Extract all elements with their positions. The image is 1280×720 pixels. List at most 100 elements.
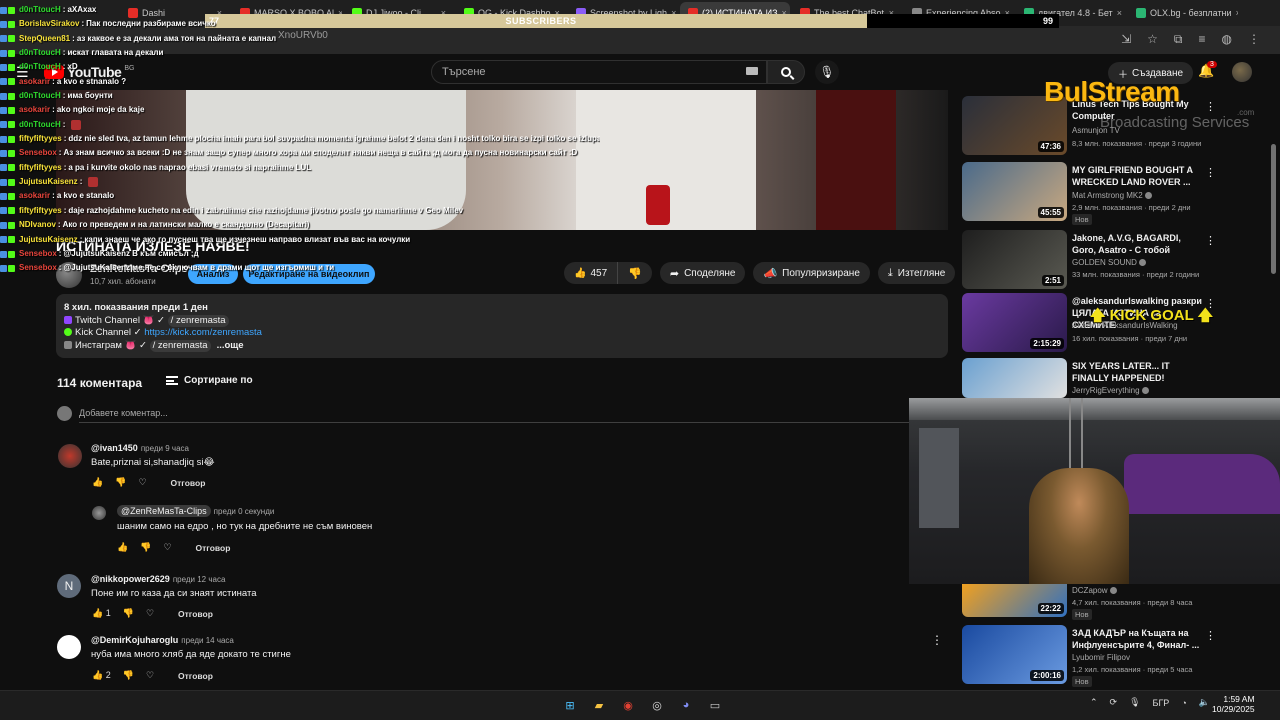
sync-icon[interactable]: ⟳ (1110, 697, 1118, 708)
comment-author[interactable]: @DemirKojuharoglu преди 14 часа (91, 635, 234, 645)
comment-actions: 👍 👎 ♡ Отговор (92, 477, 205, 488)
description-line-twitch: Twitch Channel 👅 ✓ / zenremasta (64, 314, 940, 327)
avatar[interactable] (92, 506, 106, 520)
sort-comments-button[interactable]: Сортиране по (166, 375, 253, 386)
avatar[interactable] (57, 635, 81, 659)
badge-icon (0, 135, 7, 143)
chrome-icon[interactable]: ◉ (618, 695, 638, 715)
reply-button[interactable]: Отговор (196, 543, 231, 553)
video-title[interactable]: ЗАД КАДЪР на Къщата на Инфлуенсърите 4, … (1072, 627, 1202, 651)
share-button[interactable]: ➦ Споделяне (659, 262, 746, 284)
extensions-icon[interactable]: ⧉ (1174, 32, 1183, 47)
brand-tagline: Broadcasting Services (1100, 114, 1250, 131)
search-button[interactable] (767, 60, 805, 84)
recommended-video[interactable]: 2:51 Jakone, A.V.G, BAGARDI, Goro, Asatr… (962, 230, 1252, 290)
comment-author[interactable]: @ivan1450 преди 9 часа (91, 443, 189, 453)
reply-button[interactable]: Отговор (171, 478, 206, 488)
sidebar-scrollbar[interactable] (1271, 144, 1276, 274)
video-channel[interactable]: GOLDEN SOUND (1072, 258, 1146, 267)
video-title[interactable]: MY GIRLFRIEND BOUGHT A WRECKED LAND ROVE… (1072, 164, 1202, 188)
download-button[interactable]: ⤓ Изтегляне (877, 262, 956, 284)
chat-badges (0, 107, 15, 115)
chat-badges (0, 78, 15, 86)
video-channel[interactable]: JerryRigEverything (1072, 386, 1149, 395)
chat-badges (0, 221, 15, 229)
recommended-video[interactable]: 45:55 MY GIRLFRIEND BOUGHT A WRECKED LAN… (962, 162, 1252, 225)
tab-close-icon[interactable]: × (1117, 8, 1122, 18)
add-comment-input[interactable]: Добавете коментар... (79, 408, 168, 418)
cast-icon[interactable]: ⇲ (1121, 32, 1131, 47)
volume-icon[interactable]: 🔈 (1199, 697, 1210, 708)
video-thumbnail[interactable]: 2:15:29 (962, 293, 1067, 352)
thumbs-up-icon[interactable]: 👍 (117, 542, 128, 553)
thumbs-down-icon[interactable]: 👎 (123, 608, 134, 619)
mic-tray-icon[interactable]: 🎙 (1129, 697, 1140, 708)
chat-badges (0, 207, 15, 215)
chat-username: StepQueen81 (19, 33, 71, 43)
file-explorer-icon[interactable]: ▰ (589, 695, 609, 715)
comment-menu-icon[interactable]: ⋮ (931, 633, 943, 647)
video-thumbnail[interactable]: 2:51 (962, 230, 1067, 289)
twitch-handle-chip[interactable]: / zenremasta (167, 314, 229, 327)
more-options-icon[interactable]: ⋮ (1205, 629, 1216, 642)
voice-search-button[interactable]: 🎙 (815, 60, 839, 84)
avatar[interactable]: N (57, 574, 81, 598)
heart-icon[interactable]: ♡ (163, 542, 171, 553)
keyboard-icon[interactable] (746, 67, 758, 75)
video-title[interactable]: Jakone, A.V.G, BAGARDI, Goro, Asatro - С… (1072, 232, 1202, 256)
avatar[interactable] (58, 444, 82, 468)
dislike-button[interactable]: 👎 (618, 262, 652, 284)
terminal-icon[interactable]: ▭ (705, 695, 725, 715)
badge-icon (0, 49, 7, 57)
video-thumbnail[interactable]: 2:00:16 (962, 625, 1067, 684)
reply-button[interactable]: Отговор (178, 609, 213, 619)
thumbs-up-icon[interactable]: 👍 2 (92, 670, 111, 681)
video-title[interactable]: SIX YEARS LATER... IT FINALLY HAPPENED! (1072, 360, 1202, 384)
thumbs-up-icon[interactable]: 👍 1 (92, 608, 111, 619)
obs-icon[interactable]: ◎ (647, 695, 667, 715)
browser-tab[interactable]: OLX.bg - безплатни× (1128, 2, 1238, 24)
heart-icon[interactable]: ♡ (146, 608, 154, 619)
thumbs-down-icon[interactable]: 👎 (115, 477, 126, 488)
bookmark-star-icon[interactable]: ☆ (1147, 32, 1158, 47)
reply-button[interactable]: Отговор (178, 671, 213, 681)
browser-toolbar: ⇲ ☆ ⧉ ≡ ◍ ⋮ (1121, 32, 1260, 47)
chat-message: fiftyfiftyyes : daje razhojdahme kucheto… (0, 204, 600, 218)
recommended-video[interactable]: 2:00:16 ЗАД КАДЪР на Къщата на Инфлуенсъ… (962, 625, 1252, 687)
more-options-icon[interactable]: ⋮ (1205, 234, 1216, 247)
language-indicator[interactable]: БГР (1153, 698, 1170, 708)
media-icon[interactable]: ≡ (1199, 32, 1206, 47)
thumbs-down-icon[interactable]: 👎 (123, 670, 134, 681)
heart-icon[interactable]: ♡ (138, 477, 146, 488)
thumbs-down-icon[interactable]: 👎 (140, 542, 151, 553)
show-more-link[interactable]: ...още (217, 340, 244, 351)
badge-icon (8, 135, 15, 143)
video-channel[interactable]: Lyubomir Filipov (1072, 653, 1130, 662)
account-avatar[interactable] (1232, 62, 1252, 82)
badge-icon (0, 193, 7, 201)
chat-username: Sensebox (19, 263, 57, 273)
instagram-handle-chip[interactable]: / zenremasta (149, 339, 211, 352)
thumbs-up-icon[interactable]: 👍 (92, 477, 103, 488)
wifi-icon[interactable]: ◔ (1181, 698, 1186, 708)
comment-author[interactable]: @ZenReMasTa-Clips преди 0 секунди (117, 505, 274, 517)
video-thumbnail[interactable] (962, 358, 1067, 398)
comment-author[interactable]: @nikkopower2629 преди 12 часа (91, 574, 225, 584)
more-options-icon[interactable]: ⋮ (1205, 166, 1216, 179)
discord-icon[interactable]: ◕ (676, 695, 696, 715)
chevron-up-icon[interactable]: ⌃ (1090, 697, 1098, 708)
video-thumbnail[interactable]: 22:22 (962, 584, 1067, 617)
tab-close-icon[interactable]: × (1236, 8, 1238, 18)
video-channel[interactable]: Mat Armstrong MK2 (1072, 191, 1152, 200)
profile-icon[interactable]: ◍ (1222, 32, 1232, 47)
taskbar-clock[interactable]: 1:59 AM 10/29/2025 (1212, 694, 1255, 714)
promote-button[interactable]: 📣 Популяризиране (753, 262, 870, 284)
heart-icon[interactable]: ♡ (146, 670, 154, 681)
description-box[interactable]: 8 хил. показвания преди 1 ден Twitch Cha… (56, 294, 948, 358)
video-channel[interactable]: DCZapow (1072, 586, 1117, 595)
windows-start-icon[interactable]: ⊞ (560, 695, 580, 715)
more-options-icon[interactable]: ⋮ (1205, 100, 1216, 113)
menu-dots-icon[interactable]: ⋮ (1248, 32, 1260, 47)
video-thumbnail[interactable]: 45:55 (962, 162, 1067, 221)
kick-link[interactable]: https://kick.com/zenremasta (144, 327, 262, 338)
